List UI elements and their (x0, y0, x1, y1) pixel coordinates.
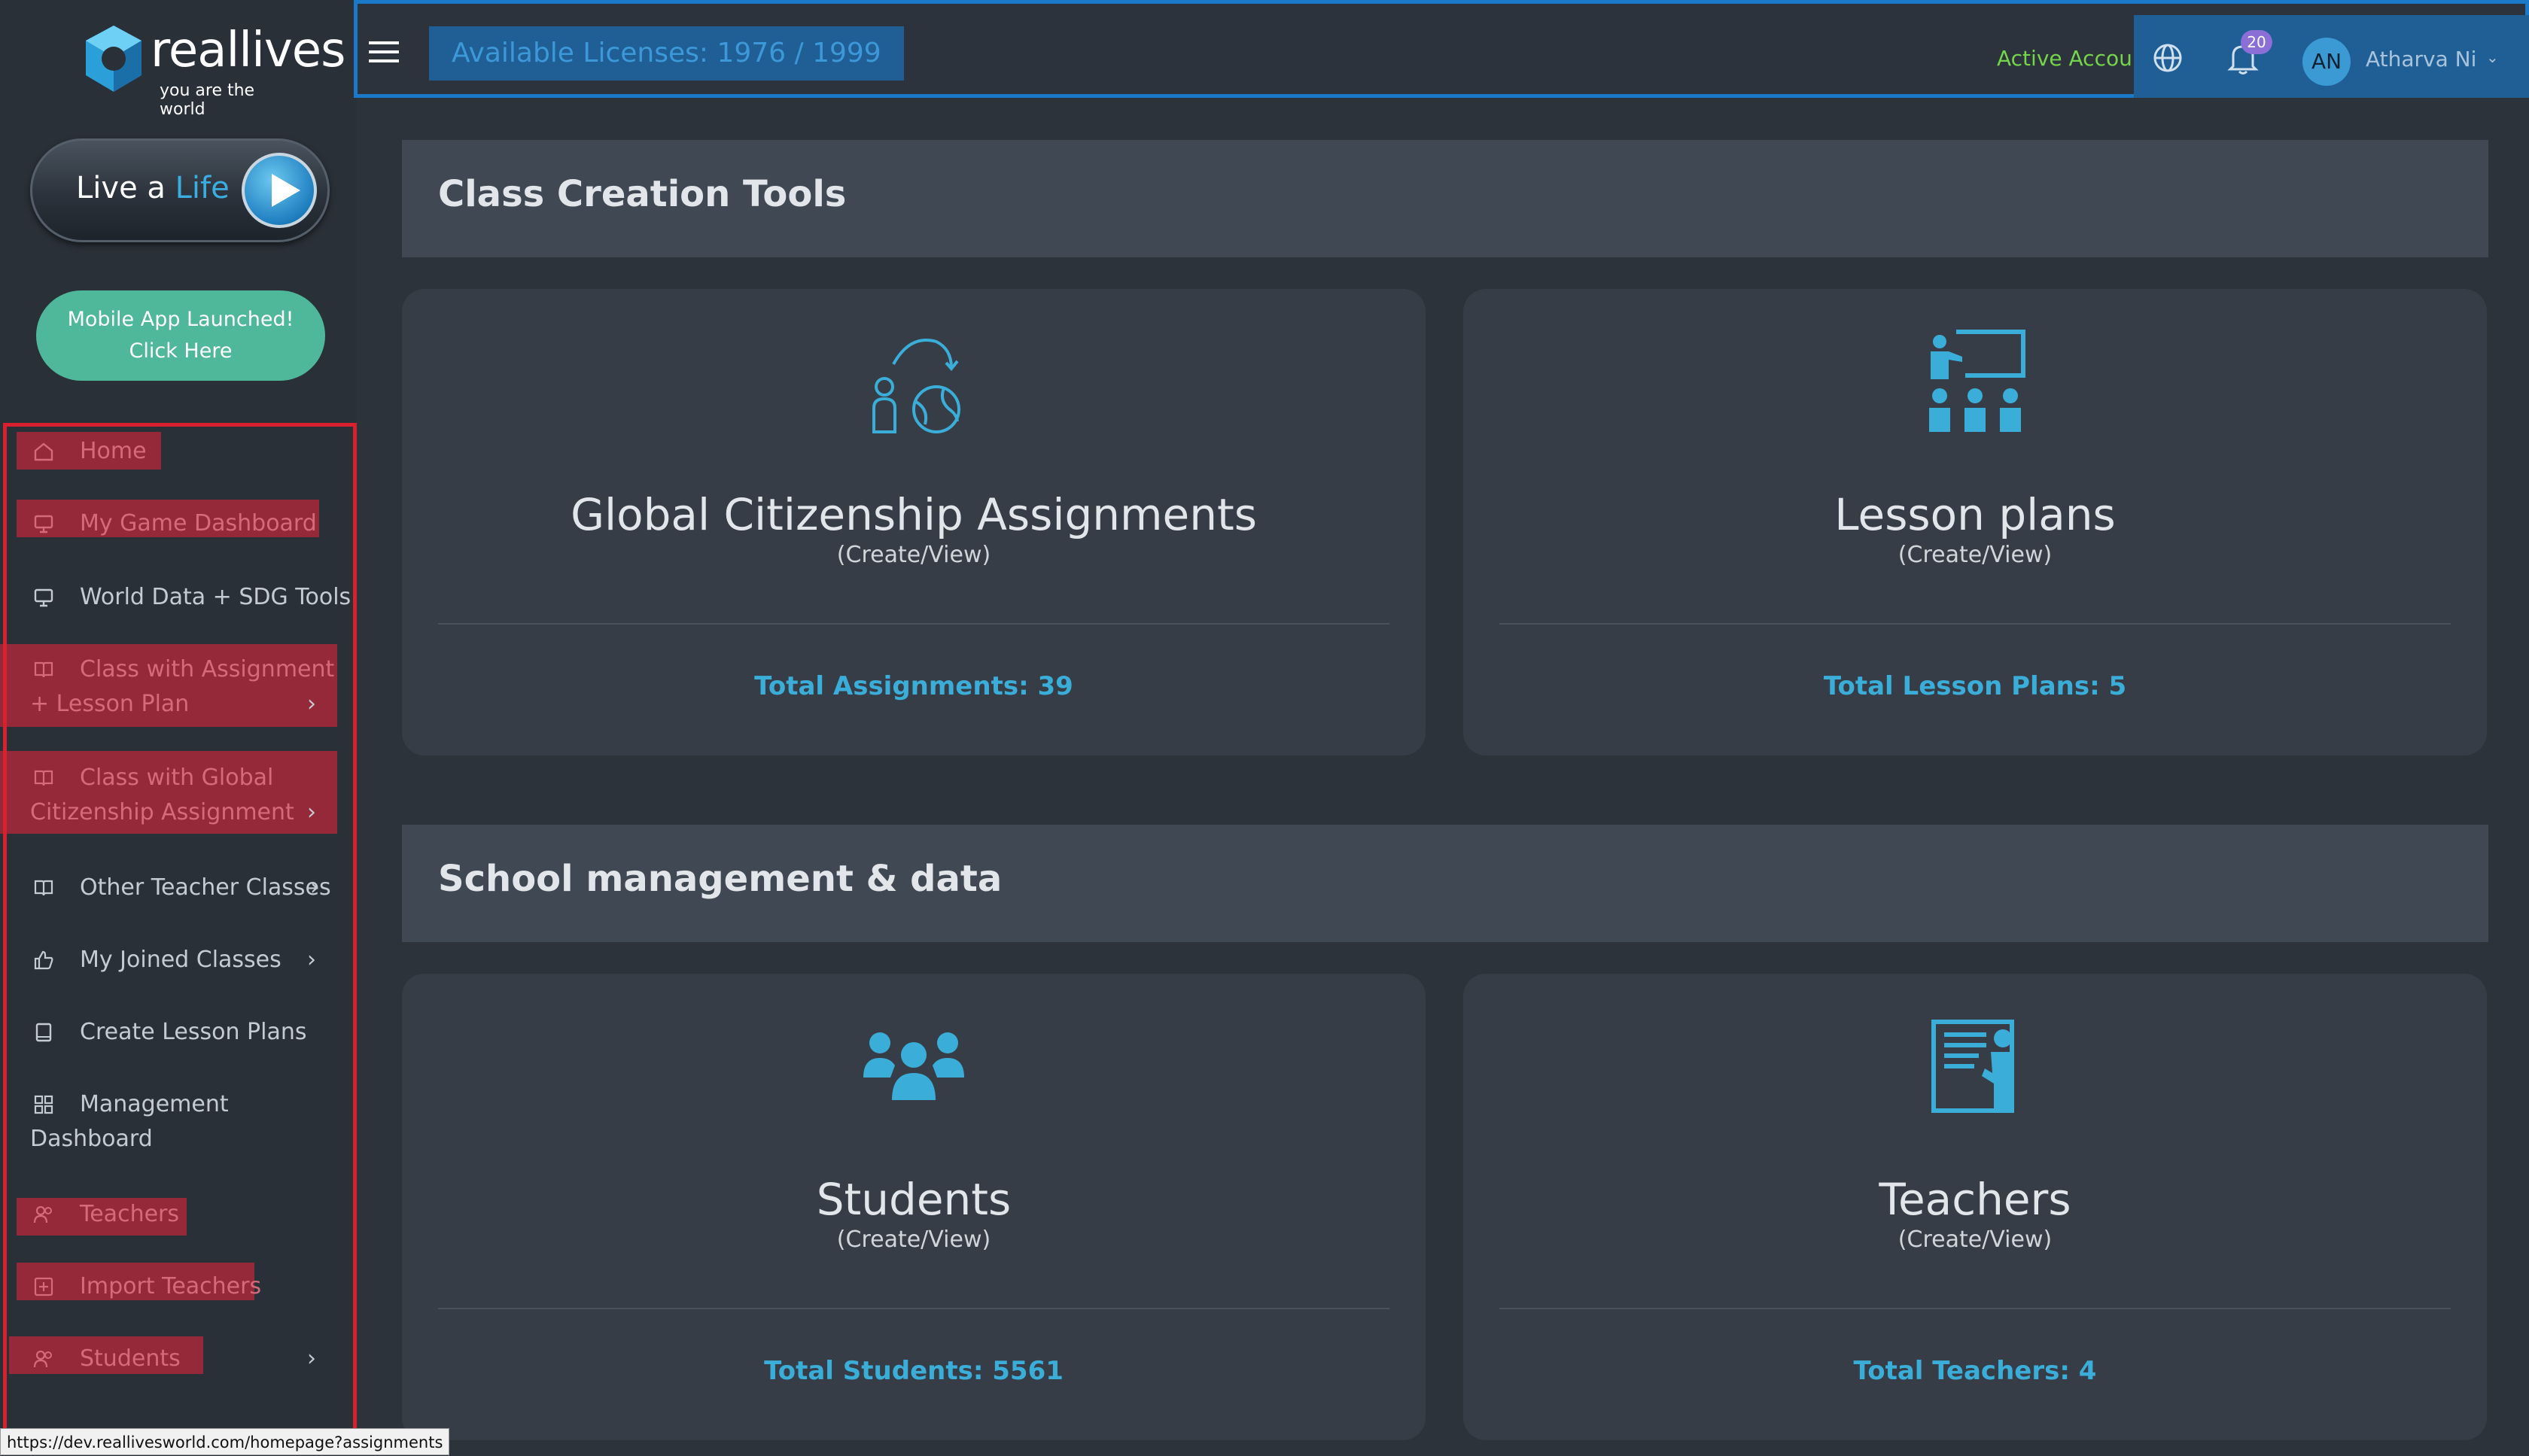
card-subtitle: (Create/View) (1898, 1227, 2053, 1253)
top-bar: Available Licenses: 1976 / 1999 Active A… (354, 0, 2529, 98)
card-total[interactable]: Total Lesson Plans: 5 (1463, 671, 2487, 701)
card-subtitle: (Create/View) (1898, 542, 2053, 568)
notebook-icon (35, 1023, 52, 1042)
section-header-class-creation: Class Creation Tools (402, 140, 2488, 257)
status-bar-url: https://dev.reallivesworld.com/homepage?… (0, 1428, 450, 1455)
card-icon-wrap (402, 1011, 1426, 1132)
reallives-logo-icon (86, 26, 142, 92)
mobile-app-line1: Mobile App Launched! (67, 308, 294, 331)
logo[interactable]: reallives you are the world (81, 18, 345, 119)
topbar-user-area: 20 AN Atharva Ni ⌄ (2134, 15, 2529, 98)
sidebar-item-label: Import Teachers (80, 1273, 262, 1299)
sidebar-item-label: Class with Global (80, 764, 274, 791)
mobile-app-button[interactable]: Mobile App Launched! Click Here (36, 290, 325, 381)
section-header-school-management: School management & data (402, 825, 2488, 942)
global-citizen-icon (872, 339, 960, 433)
card-title: Teachers (1879, 1174, 2071, 1225)
monitor-icon (34, 588, 53, 607)
sidebar-item-label: My Game Dashboard (80, 510, 317, 537)
grid-icon (34, 1095, 53, 1114)
live-a-life-button[interactable]: Live a Life (30, 138, 330, 242)
sidebar-item-label-line2: Citizenship Assignment (30, 799, 294, 825)
chevron-right-icon: › (310, 874, 319, 901)
sidebar-item-label: Class with Assignment (80, 656, 335, 682)
sidebar-item-label-line2: + Lesson Plan (30, 691, 190, 717)
sidebar-item-label: Home (80, 438, 147, 464)
users-icon (33, 1205, 52, 1223)
card-students[interactable]: Students (Create/View) Total Students: 5… (402, 974, 1426, 1440)
sidebar-item-label: My Joined Classes (80, 947, 282, 973)
sidebar-item-label: Other Teacher Classes (80, 874, 331, 901)
card-lesson-plans[interactable]: Lesson plans (Create/View) Total Lesson … (1463, 289, 2487, 755)
card-total[interactable]: Total Assignments: 39 (402, 671, 1426, 701)
globe-icon[interactable] (2152, 42, 2184, 74)
thumbs-up-icon (34, 950, 53, 970)
hamburger-menu-icon[interactable] (369, 41, 399, 64)
card-icon-wrap (402, 327, 1426, 447)
sidebar-item-label-line2: Dashboard (30, 1126, 153, 1152)
card-title: Lesson plans (1834, 489, 2116, 540)
students-group-icon (863, 1032, 964, 1100)
chevron-right-icon: › (307, 1345, 316, 1372)
book-icon (34, 661, 53, 678)
card-divider (1499, 1308, 2451, 1309)
section-title: School management & data (438, 858, 1003, 900)
plus-square-icon (34, 1277, 53, 1296)
sidebar: reallives you are the world Live a Life … (0, 0, 357, 1455)
notification-count-badge: 20 (2241, 30, 2272, 54)
home-icon (34, 442, 53, 461)
chevron-right-icon: › (307, 799, 316, 825)
active-account-status: Active Account (1997, 46, 2154, 71)
chevron-down-icon[interactable]: ⌄ (2486, 48, 2499, 66)
users-icon (33, 1350, 52, 1368)
card-divider (1499, 623, 2451, 625)
sidebar-item-label: World Data + SDG Tools (80, 584, 352, 610)
sidebar-item-label: Students (80, 1345, 181, 1372)
card-teachers[interactable]: Teachers (Create/View) Total Teachers: 4 (1463, 974, 2487, 1440)
chevron-right-icon: › (307, 947, 316, 973)
card-title: Global Citizenship Assignments (571, 489, 1257, 540)
book-icon (34, 770, 53, 786)
logo-tagline: you are the world (160, 81, 255, 119)
card-divider (438, 1308, 1389, 1309)
card-total[interactable]: Total Teachers: 4 (1463, 1356, 2487, 1386)
logo-brand: reallives (151, 23, 345, 78)
live-a-life-label: Live a Life (76, 171, 230, 205)
card-icon-wrap (1463, 1011, 2487, 1132)
user-name[interactable]: Atharva Ni (2366, 47, 2476, 71)
available-licenses-badge: Available Licenses: 1976 / 1999 (429, 26, 904, 81)
card-global-citizenship-assignments[interactable]: Global Citizenship Assignments (Create/V… (402, 289, 1426, 755)
card-icon-wrap (1463, 327, 2487, 447)
sidebar-item-label: Management (80, 1091, 229, 1117)
card-total[interactable]: Total Students: 5561 (402, 1356, 1426, 1386)
card-divider (438, 623, 1389, 625)
card-title: Students (816, 1174, 1012, 1225)
section-title: Class Creation Tools (438, 173, 847, 215)
sidebar-item-label: Create Lesson Plans (80, 1019, 307, 1045)
play-icon (242, 153, 317, 228)
classroom-icon (1929, 330, 2025, 432)
avatar[interactable]: AN (2302, 38, 2351, 86)
sidebar-item-label: Teachers (80, 1201, 179, 1227)
chevron-right-icon: › (307, 691, 316, 717)
card-subtitle: (Create/View) (836, 542, 991, 568)
monitor-icon (34, 515, 53, 533)
card-subtitle: (Create/View) (836, 1227, 991, 1253)
mobile-app-line2: Click Here (129, 339, 233, 363)
teacher-board-icon (1931, 1020, 2014, 1113)
book-icon (34, 880, 53, 896)
